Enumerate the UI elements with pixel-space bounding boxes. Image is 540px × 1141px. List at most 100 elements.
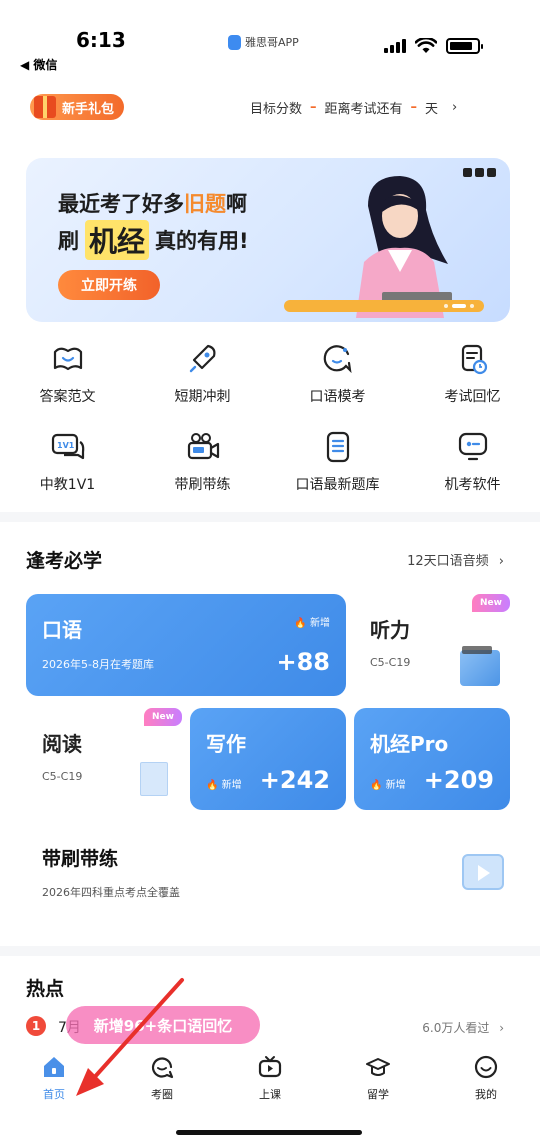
new-tag: New bbox=[472, 594, 510, 612]
guided-practice-card[interactable]: 带刷带练 2026年四科重点考点全覆盖 bbox=[26, 828, 510, 926]
entry-label: 考试回忆 bbox=[444, 389, 501, 405]
audio-link[interactable]: 12天口语音频 › bbox=[407, 550, 504, 569]
home-indicator bbox=[176, 1130, 362, 1135]
tab-classes[interactable]: 上课 bbox=[216, 1048, 324, 1108]
new-count: +88 bbox=[276, 648, 330, 676]
card-subtitle: 2026年5-8月在考题库 bbox=[42, 658, 154, 671]
entry-label: 短期冲刺 bbox=[174, 389, 231, 405]
app-icon bbox=[228, 34, 241, 50]
home-icon bbox=[41, 1054, 67, 1080]
chat-circle-icon bbox=[149, 1054, 175, 1080]
new-added-badge: 🔥 新增 bbox=[370, 780, 406, 791]
start-practice-button[interactable]: 立即开练 bbox=[58, 270, 160, 300]
chevron-right-icon: › bbox=[498, 554, 504, 569]
bottom-tab-bar: 首页 考圈 上课 留学 我的 bbox=[0, 1048, 540, 1108]
rank-badge: 1 bbox=[26, 1016, 46, 1036]
mic-chat-icon bbox=[319, 340, 357, 378]
tv-play-illustration-icon bbox=[462, 854, 504, 890]
graduation-cap-icon bbox=[365, 1054, 391, 1080]
newbie-gift-button[interactable]: 新手礼包 bbox=[30, 94, 125, 120]
entry-label: 机考软件 bbox=[444, 477, 501, 493]
section-divider bbox=[0, 946, 540, 956]
speaking-card[interactable]: 口语 🔥 新增 2026年5-8月在考题库 +88 bbox=[26, 594, 346, 696]
reading-card[interactable]: New 阅读 C5-C19 bbox=[26, 708, 182, 810]
video-camera-icon bbox=[184, 428, 222, 466]
entry-label: 答案范文 bbox=[39, 389, 96, 405]
hot-section-title: 热点 bbox=[26, 978, 65, 1000]
entry-speaking-mock[interactable]: 口语模考 bbox=[270, 332, 405, 420]
entry-latest-question-bank[interactable]: 口语最新题库 bbox=[270, 420, 405, 508]
banner-pager bbox=[284, 300, 484, 312]
one-on-one-chat-icon: 1V1 bbox=[49, 428, 87, 466]
quick-entry-grid: 答案范文 短期冲刺 口语模考 考试回忆 1V1 中教1V1 带刷带练 口语最新题… bbox=[0, 332, 540, 508]
banner-headline-2: 刷 机经 真的有用! bbox=[58, 220, 249, 260]
new-count: +242 bbox=[259, 766, 330, 794]
section-divider bbox=[0, 512, 540, 522]
view-count: 6.0万人看过 › bbox=[422, 1021, 504, 1035]
chevron-right-icon: › bbox=[499, 1021, 504, 1035]
listening-card[interactable]: New 听力 C5-C19 bbox=[354, 594, 510, 696]
entry-guided-practice[interactable]: 带刷带练 bbox=[135, 420, 270, 508]
jijing-pro-card[interactable]: 机经Pro 🔥 新增 +209 bbox=[354, 708, 510, 810]
app-name: 雅思哥APP bbox=[245, 36, 299, 49]
tab-label: 考圈 bbox=[151, 1088, 173, 1101]
tv-play-icon bbox=[257, 1054, 283, 1080]
question-bank-icon bbox=[319, 428, 357, 466]
writing-card[interactable]: 写作 🔥 新增 +242 bbox=[190, 708, 346, 810]
gift-icon bbox=[34, 96, 56, 118]
clock: 6:13 bbox=[76, 28, 126, 52]
exam-countdown-label: 距离考试还有 bbox=[324, 102, 403, 117]
computer-test-icon bbox=[454, 428, 492, 466]
card-title: 机经Pro bbox=[370, 732, 449, 756]
exam-target-bar[interactable]: 目标分数 – 距离考试还有 – 天 › bbox=[250, 98, 457, 117]
tab-study-abroad[interactable]: 留学 bbox=[324, 1048, 432, 1108]
banner-headline-1: 最近考了好多旧题啊 bbox=[58, 192, 247, 216]
target-score-value: – bbox=[310, 100, 317, 115]
new-added-badge: 🔥 新增 bbox=[294, 618, 330, 629]
rocket-icon bbox=[184, 340, 222, 378]
entry-short-sprint[interactable]: 短期冲刺 bbox=[135, 332, 270, 420]
entry-label: 口语模考 bbox=[309, 389, 366, 405]
header-row: 新手礼包 目标分数 – 距离考试还有 – 天 › bbox=[0, 90, 540, 124]
tab-community[interactable]: 考圈 bbox=[108, 1048, 216, 1108]
card-subtitle: 2026年四科重点考点全覆盖 bbox=[42, 886, 180, 899]
signal-icon bbox=[384, 39, 406, 53]
svg-text:1V1: 1V1 bbox=[57, 441, 75, 450]
promo-banner[interactable]: 最近考了好多旧题啊 刷 机经 真的有用! 立即开练 bbox=[26, 158, 510, 322]
card-title: 口语 bbox=[42, 618, 82, 642]
entry-exam-recall[interactable]: 考试回忆 bbox=[405, 332, 540, 420]
wifi-icon bbox=[415, 38, 437, 53]
note-clock-icon bbox=[454, 340, 492, 378]
book-icon bbox=[140, 762, 168, 796]
card-subtitle: C5-C19 bbox=[42, 770, 83, 783]
card-title: 听力 bbox=[370, 618, 410, 642]
studying-girl-illustration bbox=[356, 176, 452, 318]
battery-level bbox=[450, 42, 473, 50]
tab-label: 留学 bbox=[367, 1088, 389, 1101]
new-count: +209 bbox=[423, 766, 494, 794]
folder-icon bbox=[460, 646, 500, 686]
new-tag: New bbox=[144, 708, 182, 726]
card-title: 阅读 bbox=[42, 732, 82, 756]
battery-icon bbox=[446, 38, 483, 54]
tab-label: 首页 bbox=[43, 1088, 65, 1101]
new-added-badge: 🔥 新增 bbox=[206, 780, 242, 791]
entry-tutor-1v1[interactable]: 1V1 中教1V1 bbox=[0, 420, 135, 508]
entry-label: 中教1V1 bbox=[39, 477, 96, 493]
card-title: 写作 bbox=[206, 732, 246, 756]
tab-profile[interactable]: 我的 bbox=[432, 1048, 540, 1108]
quick-entry-row-2: 1V1 中教1V1 带刷带练 口语最新题库 机考软件 bbox=[0, 420, 540, 508]
status-bar: 6:13 ◀ 微信 雅思哥APP bbox=[0, 0, 540, 80]
entry-label: 带刷带练 bbox=[174, 477, 231, 493]
tab-home[interactable]: 首页 bbox=[0, 1048, 108, 1108]
entry-model-answers[interactable]: 答案范文 bbox=[0, 332, 135, 420]
back-to-app-link[interactable]: ◀ 微信 bbox=[20, 56, 57, 73]
card-title: 带刷带练 bbox=[42, 848, 119, 870]
target-score-label: 目标分数 bbox=[250, 102, 303, 117]
entry-computer-test-software[interactable]: 机考软件 bbox=[405, 420, 540, 508]
system-icons bbox=[384, 38, 483, 54]
new-recall-toast[interactable]: 新增96+条口语回忆 bbox=[66, 1006, 260, 1044]
quick-entry-row-1: 答案范文 短期冲刺 口语模考 考试回忆 bbox=[0, 332, 540, 420]
smiley-icon bbox=[473, 1054, 499, 1080]
countdown-days-value: – bbox=[410, 100, 418, 115]
